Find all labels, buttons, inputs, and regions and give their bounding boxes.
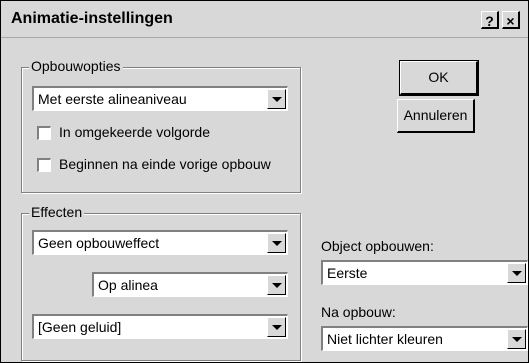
cancel-button[interactable]: Annuleren [397, 99, 475, 133]
opbouw-combo[interactable]: Met eerste alineaniveau [32, 86, 288, 111]
na-opbouw-combo[interactable]: Niet lichter kleuren [321, 326, 528, 351]
na-opbouw-label: Na opbouw: [321, 304, 396, 320]
na-opbouw-value: Niet lichter kleuren [327, 331, 443, 347]
sound-combo[interactable]: [Geen geluid] [32, 314, 288, 339]
chevron-down-icon[interactable] [267, 233, 286, 253]
object-opbouwen-label: Object opbouwen: [321, 238, 434, 254]
reverse-order-label[interactable]: In omgekeerde volgorde [59, 124, 210, 140]
close-button[interactable]: × [502, 11, 520, 29]
chevron-down-icon[interactable] [507, 329, 526, 349]
chevron-down-icon[interactable] [267, 317, 286, 337]
effect-combo-value: Geen opbouweffect [38, 235, 160, 251]
effect-combo[interactable]: Geen opbouweffect [32, 230, 288, 255]
sound-combo-value: [Geen geluid] [38, 319, 122, 335]
chevron-down-icon[interactable] [267, 275, 286, 295]
dialog-window: Animatie-instellingen ? × Opbouwopties M… [0, 0, 529, 363]
opbouw-combo-value: Met eerste alineaniveau [38, 91, 187, 107]
by-combo-value: Op alinea [98, 277, 158, 293]
by-combo[interactable]: Op alinea [92, 272, 288, 297]
start-after-checkbox[interactable] [37, 158, 51, 172]
object-opbouwen-value: Eerste [327, 265, 368, 281]
window-title: Animatie-instellingen [11, 10, 173, 27]
reverse-order-checkbox[interactable] [37, 126, 51, 140]
object-opbouwen-combo[interactable]: Eerste [321, 260, 528, 285]
start-after-label[interactable]: Beginnen na einde vorige opbouw [59, 156, 271, 172]
title-bar: Animatie-instellingen ? × [1, 1, 528, 38]
chevron-down-icon[interactable] [267, 89, 286, 109]
chevron-down-icon[interactable] [507, 263, 526, 283]
effecten-label: Effecten [29, 204, 85, 220]
ok-button[interactable]: OK [399, 60, 479, 96]
opbouwopties-label: Opbouwopties [29, 58, 123, 74]
help-button[interactable]: ? [481, 11, 499, 29]
